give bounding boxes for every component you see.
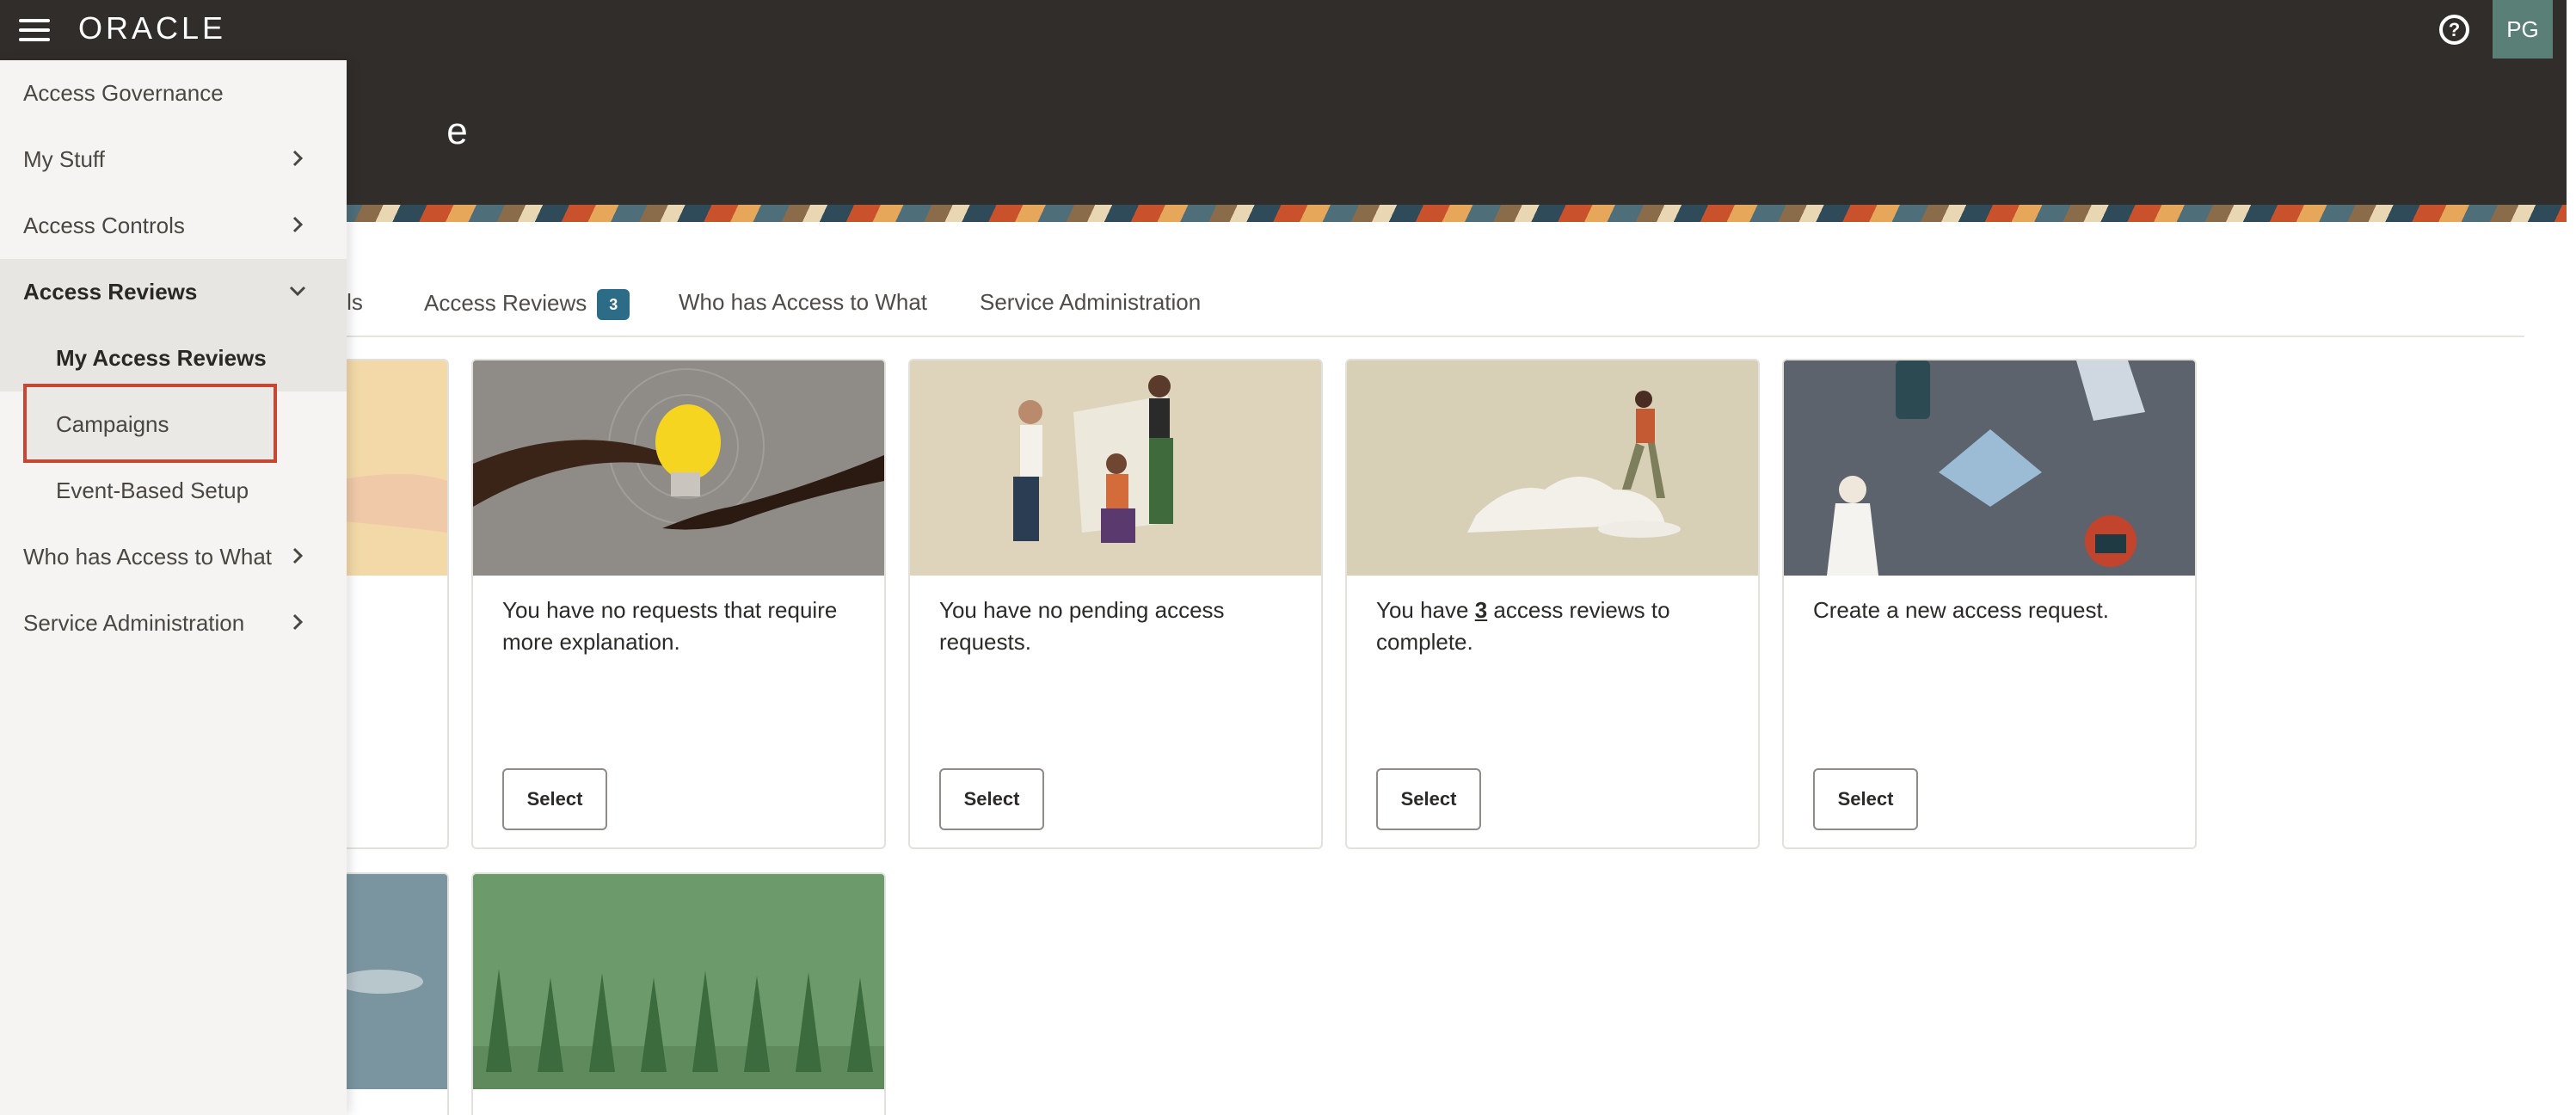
- tab-bar: rols Access Reviews3 Who has Access to W…: [0, 277, 2524, 337]
- nav-label: Event-Based Setup: [56, 477, 249, 503]
- card-text: You have no pending access requests.: [939, 597, 1225, 655]
- card-text: Create a new access request.: [1813, 597, 2109, 623]
- help-icon[interactable]: ?: [2439, 15, 2469, 45]
- navigation-drawer: Access Governance My Stuff Access Contro…: [0, 60, 347, 1115]
- card-text: You have 3 access reviews to complete.: [1376, 594, 1737, 658]
- card-text: l: [341, 594, 447, 626]
- count-badge: 3: [597, 289, 630, 320]
- tab-access-reviews[interactable]: Access Reviews 3: [424, 289, 630, 320]
- nav-access-controls[interactable]: Access Controls: [0, 193, 347, 259]
- card-text-before: You have: [1376, 597, 1475, 623]
- card-new-request: Create a new access request. Select: [1782, 359, 2197, 849]
- hero-banner: Access Governance: [0, 60, 2567, 205]
- chevron-down-icon: [289, 286, 306, 297]
- hamburger-menu-icon[interactable]: [19, 17, 50, 43]
- select-button[interactable]: Select: [1813, 768, 1918, 830]
- top-bar: ORACLE ? PG: [0, 0, 2567, 60]
- review-count: 3: [1474, 597, 1488, 623]
- nav-label: Service Administration: [23, 610, 245, 636]
- nav-access-governance[interactable]: Access Governance: [0, 60, 347, 126]
- app-root: ORACLE ? PG Access Governance rols Acces…: [0, 0, 2576, 1115]
- card-explanations: You have no requests that require more e…: [471, 359, 886, 849]
- select-button[interactable]: Select: [939, 768, 1044, 830]
- nav-my-access-reviews-label-row[interactable]: My Access Reviews: [0, 325, 347, 391]
- nav-label: Campaigns: [56, 411, 169, 437]
- page-title-visible-fragment: e: [446, 110, 468, 152]
- select-button[interactable]: Select: [502, 768, 607, 830]
- chevron-right-icon: [292, 216, 304, 233]
- trees-graphic: [473, 874, 884, 1089]
- nav-label: Access Reviews: [23, 279, 198, 305]
- chevron-right-icon: [292, 613, 304, 631]
- card-forest: [471, 872, 886, 1115]
- chevron-right-icon: [292, 547, 304, 564]
- decorative-pattern-band: [0, 205, 2567, 222]
- card-pending-requests: You have no pending access requests. Sel…: [908, 359, 1323, 849]
- card-access-reviews: You have 3 access reviews to complete. S…: [1345, 359, 1760, 849]
- nav-label: My Access Reviews: [56, 345, 267, 371]
- nav-access-reviews[interactable]: Access Reviews: [0, 259, 347, 325]
- forest-illustration: [473, 874, 884, 1089]
- user-avatar[interactable]: PG: [2493, 0, 2553, 59]
- nav-label: Access Controls: [23, 213, 185, 238]
- nav-event-based-setup[interactable]: Event-Based Setup: [0, 458, 347, 524]
- tab-service-administration[interactable]: Service Administration: [980, 289, 1201, 316]
- tab-access-reviews-label: Access Reviews: [424, 289, 587, 316]
- person-climbing-illustration: [1347, 360, 1758, 576]
- nav-label: Access Governance: [23, 80, 224, 106]
- people-sharing-illustration: [910, 360, 1321, 576]
- nav-label: Who has Access to What: [23, 544, 273, 570]
- nav-label: My Stuff: [23, 146, 105, 172]
- chevron-right-icon: [292, 150, 304, 167]
- lightbulb-hands-illustration: [473, 360, 884, 576]
- connected-devices-illustration: [1784, 360, 2195, 576]
- select-button[interactable]: Select: [1376, 768, 1481, 830]
- card-text: You have no requests that require more e…: [502, 597, 838, 655]
- nav-service-administration[interactable]: Service Administration: [0, 590, 347, 656]
- oracle-logo: ORACLE: [78, 10, 227, 46]
- tab-who-has-access[interactable]: Who has Access to What: [679, 289, 927, 316]
- nav-who-has-access[interactable]: Who has Access to What: [0, 524, 347, 590]
- nav-campaigns[interactable]: Campaigns: [0, 391, 347, 458]
- nav-my-stuff[interactable]: My Stuff: [0, 126, 347, 193]
